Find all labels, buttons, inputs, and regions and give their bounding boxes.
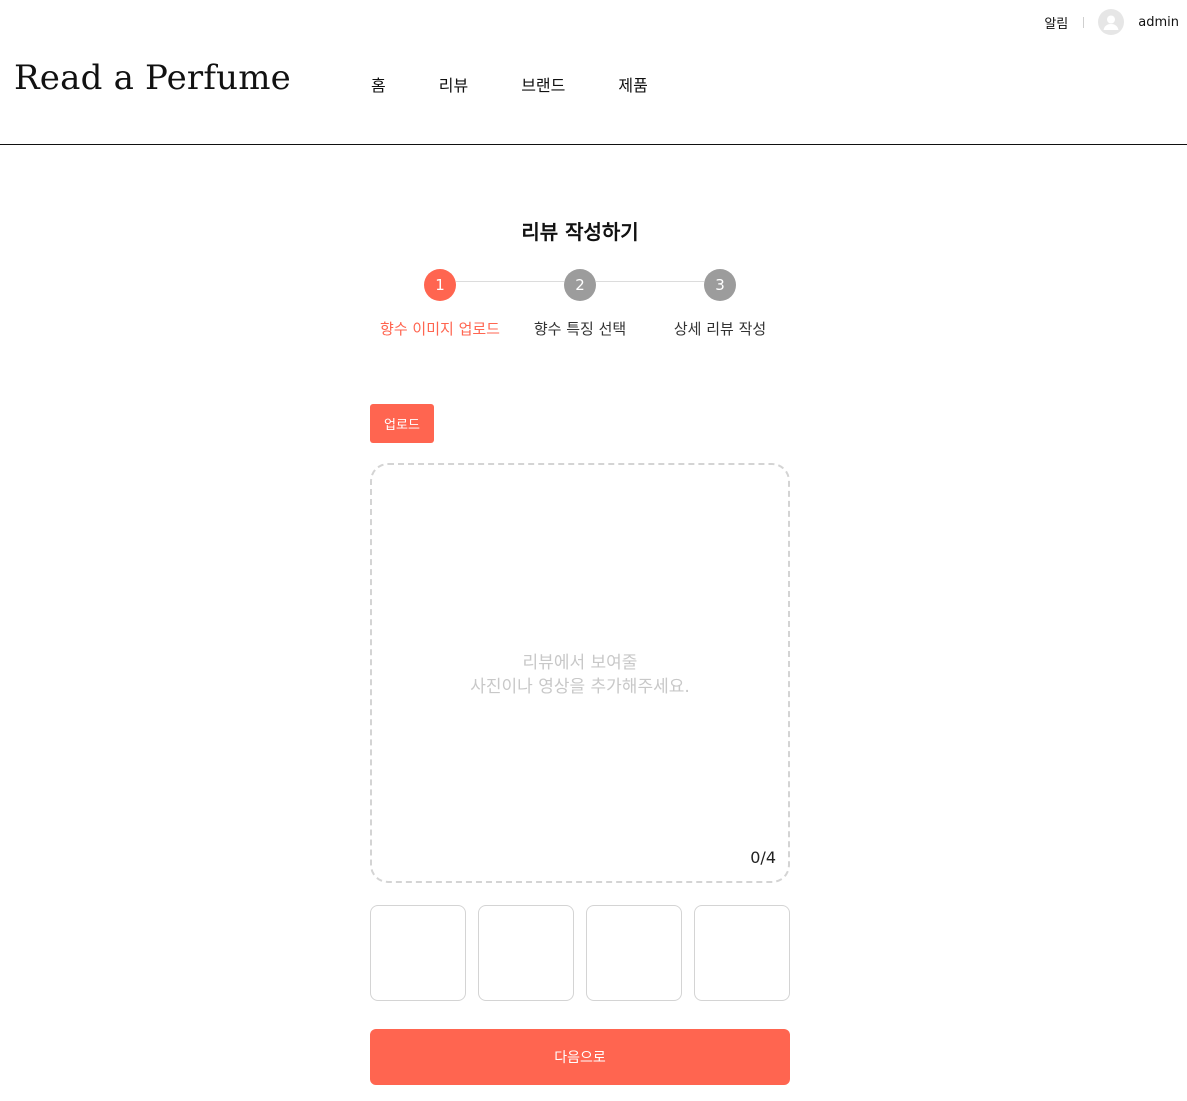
page-title: 리뷰 작성하기: [521, 220, 639, 244]
divider: [1083, 16, 1085, 28]
step-3-label: 상세 리뷰 작성: [673, 320, 767, 338]
next-button[interactable]: 다음으로: [370, 1029, 790, 1085]
nav-item-brands[interactable]: 브랜드: [521, 72, 565, 96]
site-logo[interactable]: Read a Perfume: [14, 58, 291, 98]
step-1-circle: 1: [424, 269, 456, 301]
nav-item-home[interactable]: 홈: [371, 72, 386, 96]
dropzone-placeholder: 리뷰에서 보여줄 사진이나 영상을 추가해주세요.: [372, 651, 788, 699]
media-dropzone[interactable]: 리뷰에서 보여줄 사진이나 영상을 추가해주세요. 0/4: [370, 463, 790, 883]
thumbnail-list: [370, 905, 790, 1001]
step-2-circle: 2: [564, 269, 596, 301]
thumbnail-slot[interactable]: [694, 905, 790, 1001]
thumbnail-slot[interactable]: [370, 905, 466, 1001]
thumbnail-slot[interactable]: [586, 905, 682, 1001]
media-counter: 0/4: [750, 848, 776, 867]
user-avatar-icon[interactable]: [1098, 9, 1125, 35]
username-link[interactable]: admin: [1138, 15, 1179, 30]
main-nav: 홈 리뷰 브랜드 제품: [371, 72, 648, 96]
thumbnail-slot[interactable]: [478, 905, 574, 1001]
top-utility-bar: 알림 admin: [1044, 9, 1179, 35]
step-connector: [456, 281, 564, 282]
step-1-label: 향수 이미지 업로드: [380, 320, 500, 338]
upload-button[interactable]: 업로드: [370, 404, 434, 443]
nav-item-reviews[interactable]: 리뷰: [439, 72, 468, 96]
header-divider: [0, 144, 1187, 145]
step-3-circle: 3: [704, 269, 736, 301]
nav-item-products[interactable]: 제품: [618, 72, 647, 96]
placeholder-line-2: 사진이나 영상을 추가해주세요.: [470, 677, 690, 697]
alarm-link[interactable]: 알림: [1044, 13, 1068, 32]
step-connector: [596, 281, 704, 282]
placeholder-line-1: 리뷰에서 보여줄: [522, 653, 638, 673]
step-2-label: 향수 특징 선택: [533, 320, 627, 338]
